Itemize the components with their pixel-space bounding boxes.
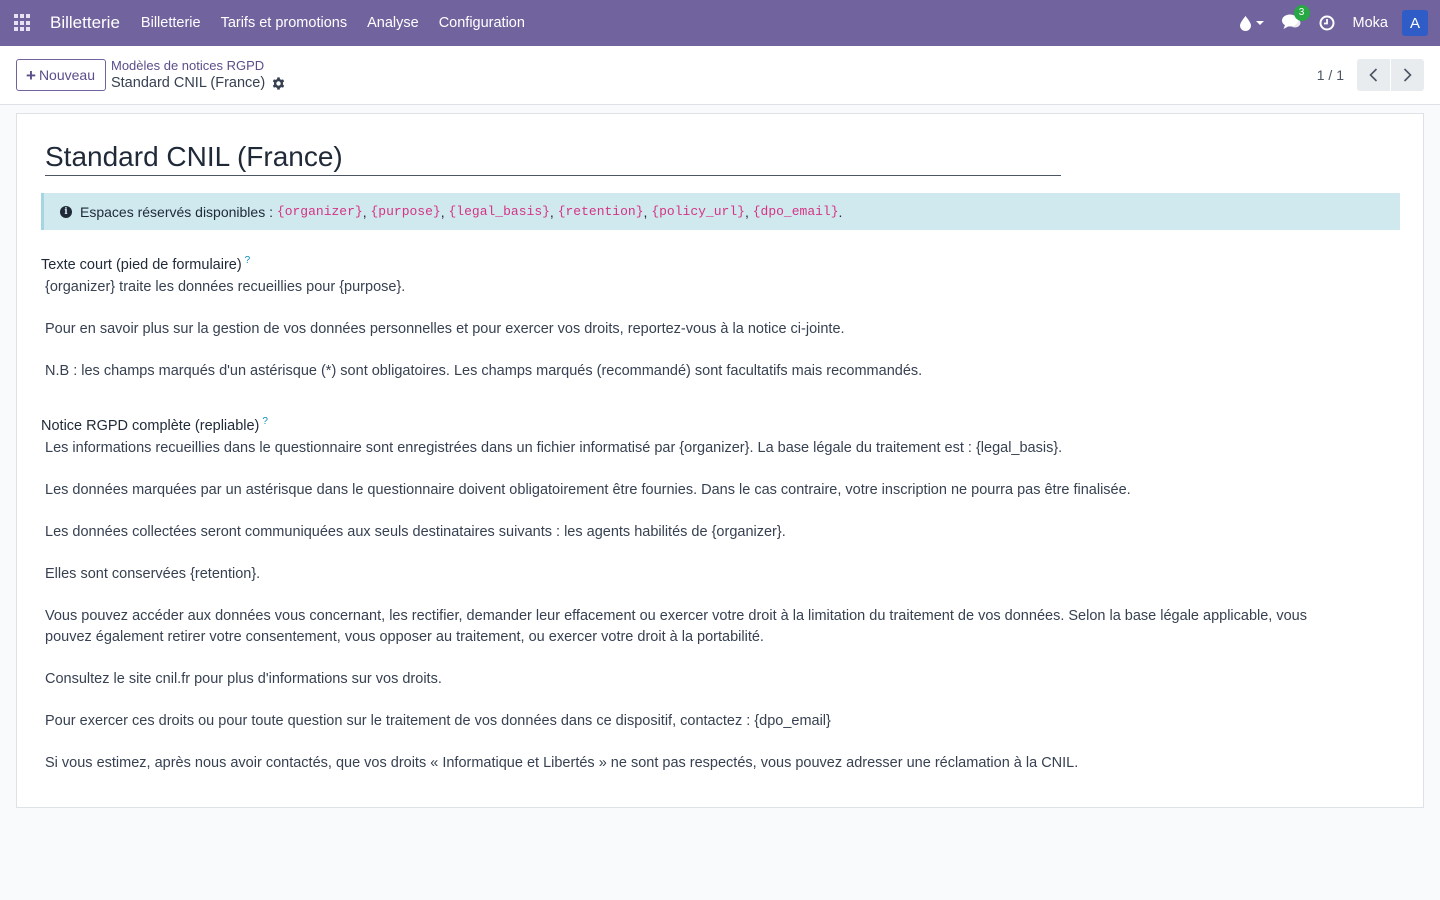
chevron-left-icon [1369,68,1378,82]
user-avatar[interactable]: A [1402,10,1428,36]
full-notice-paragraph: Les données marquées par un astérisque d… [45,482,1131,498]
short-text-label-text: Texte court (pied de formulaire) [41,256,242,273]
pager: 1 / 1 [1317,59,1424,91]
chevron-right-icon [1403,68,1412,82]
breadcrumb: Modèles de notices RGPD Standard CNIL (F… [111,58,285,92]
chat-count-badge: 3 [1293,4,1310,21]
activity-button[interactable] [1319,15,1335,31]
placeholder-legal-basis: {legal_basis} [448,204,550,219]
navbar-systray: 3 Moka A [1222,4,1428,36]
clock-icon [1319,15,1335,31]
short-text-label: Texte court (pied de formulaire)? [41,255,250,273]
full-notice-paragraph: Elles sont conservées {retention}. [45,566,261,582]
user-name[interactable]: Moka [1353,15,1388,31]
short-text-help-tooltip[interactable]: ? [245,255,251,266]
gear-icon[interactable] [272,76,285,90]
menu-item-billetterie[interactable]: Billetterie [141,15,201,31]
breadcrumb-current: Standard CNIL (France) [111,74,285,92]
pager-value[interactable]: 1 / 1 [1317,67,1344,83]
pager-next-button[interactable] [1391,59,1424,91]
full-notice-paragraph: Les informations recueillies dans le que… [45,440,1063,456]
plus-icon: + [26,65,36,85]
menu-item-analyse[interactable]: Analyse [367,15,419,31]
full-notice-paragraph: Si vous estimez, après nous avoir contac… [45,755,1079,771]
name-field[interactable]: Standard CNIL (France) [45,140,1061,176]
short-text-field[interactable]: {organizer} traite les données recueilli… [45,277,1355,382]
short-text-paragraph: {organizer} traite les données recueilli… [45,279,406,295]
apps-grid-icon[interactable] [14,14,32,32]
placeholder-retention: {retention} [557,204,644,219]
menu-item-tarifs[interactable]: Tarifs et promotions [221,15,348,31]
control-panel: + Nouveau Modèles de notices RGPD Standa… [0,46,1440,105]
messages-button[interactable]: 3 [1281,4,1310,33]
alert-prefix: Espaces réservés disponibles : [80,203,273,220]
full-notice-paragraph: Vous pouvez accéder aux données vous con… [45,608,1307,645]
full-notice-paragraph: Consultez le site cnil.fr pour plus d'in… [45,671,442,687]
new-button[interactable]: + Nouveau [16,59,106,91]
form-sheet: Standard CNIL (France) i Espaces réservé… [16,113,1424,808]
full-notice-field[interactable]: Les informations recueillies dans le que… [45,438,1355,774]
app-brand[interactable]: Billetterie [50,13,120,33]
placeholders-info-alert: i Espaces réservés disponibles : {organi… [41,193,1400,230]
breadcrumb-current-label: Standard CNIL (France) [110,75,266,91]
pager-previous-button[interactable] [1357,59,1390,91]
full-notice-paragraph: Les données collectées seront communiqué… [45,524,786,540]
info-icon: i [60,205,72,218]
full-notice-label: Notice RGPD complète (repliable)? [41,416,268,434]
water-drop-icon [1239,15,1251,31]
short-text-paragraph: Pour en savoir plus sur la gestion de vo… [45,321,845,337]
placeholder-organizer: {organizer} [276,204,363,219]
chevron-down-icon [1255,21,1264,25]
short-text-paragraph: N.B : les champs marqués d'un astérisque… [45,363,923,379]
full-notice-label-text: Notice RGPD complète (repliable) [41,417,260,434]
water-drop-dropdown[interactable] [1239,15,1264,31]
placeholder-purpose: {purpose} [370,204,441,219]
menu-item-configuration[interactable]: Configuration [439,15,525,31]
full-notice-paragraph: Pour exercer ces droits ou pour toute qu… [45,713,831,729]
new-button-label: Nouveau [38,67,95,83]
breadcrumb-parent-link[interactable]: Modèles de notices RGPD [111,58,285,74]
full-notice-help-tooltip[interactable]: ? [262,416,268,427]
placeholder-dpo-email: {dpo_email} [752,204,839,219]
main-menu: Billetterie Tarifs et promotions Analyse… [141,15,545,31]
placeholder-policy-url: {policy_url} [651,204,745,219]
top-navbar: Billetterie Billetterie Tarifs et promot… [0,0,1440,46]
